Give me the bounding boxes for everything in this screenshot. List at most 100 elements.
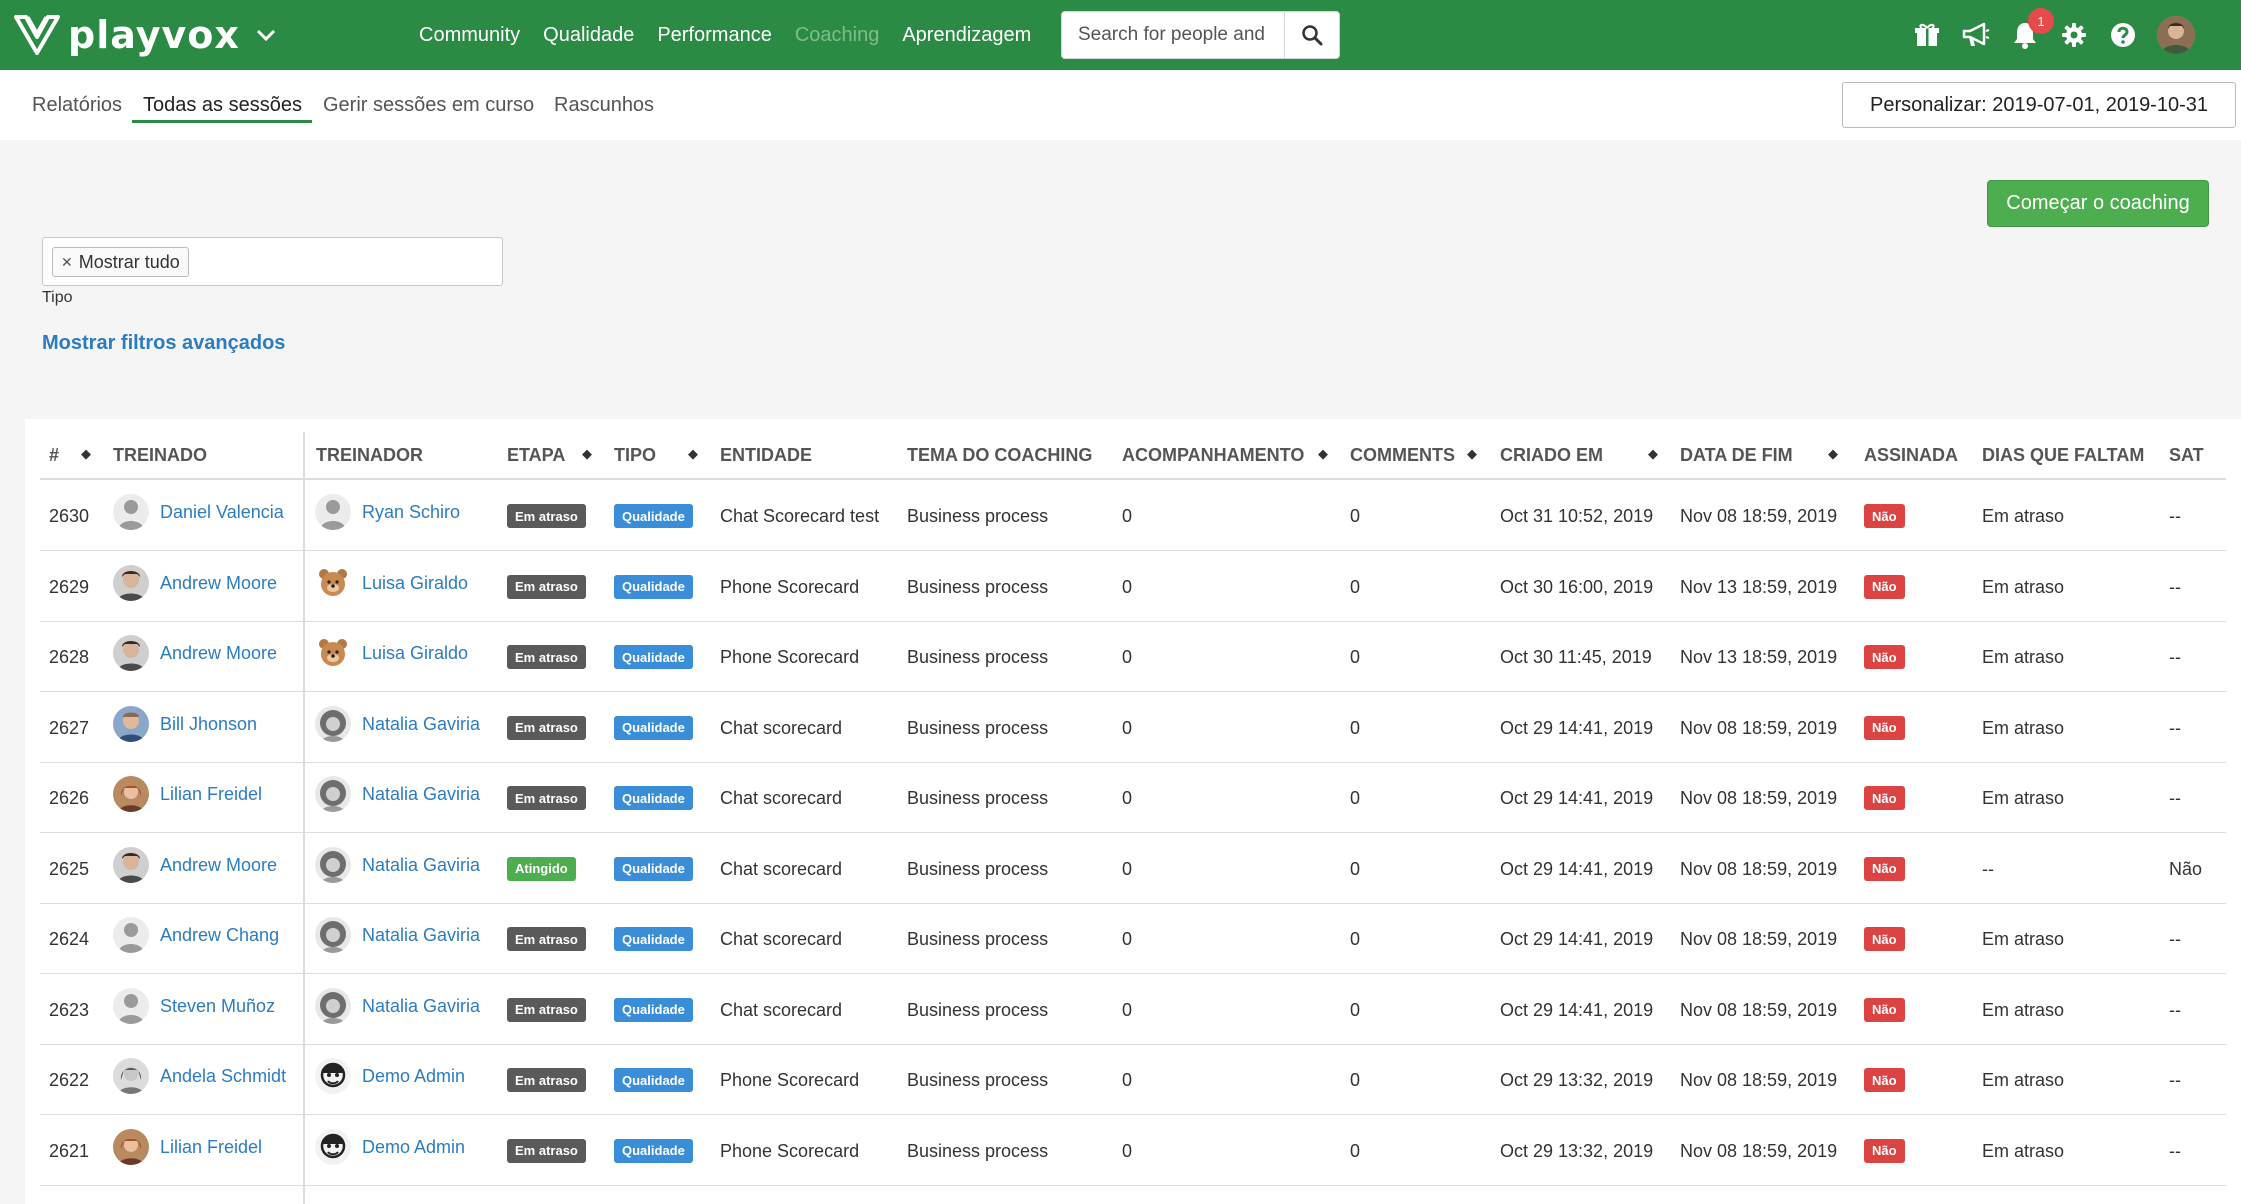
cell-trainer-link[interactable]: Natalia Gaviria — [362, 714, 480, 735]
tab-gerir-sessoes[interactable]: Gerir sessões em curso — [323, 94, 534, 117]
cell-end-date: Nov 08 18:59, 2019 — [1680, 1140, 1838, 1161]
cell-entity: Phone Scorecard — [720, 1070, 860, 1090]
cell-trainer-link[interactable]: Demo Admin — [362, 1137, 465, 1158]
tab-todas-sessoes[interactable]: Todas as sessões — [143, 94, 302, 117]
type-badge: Qualidade — [614, 504, 693, 528]
cell-trainee-link[interactable]: Lilian Freidel — [160, 1137, 262, 1158]
avatar-icon — [315, 705, 351, 742]
signed-badge: Não — [1864, 997, 1905, 1022]
sort-icon[interactable]: ◆ — [688, 446, 698, 462]
table-row[interactable]: 2626 Lilian Freidel Natalia Gaviria Em atra… — [40, 763, 2226, 833]
cell-days-left: Em atraso — [1982, 929, 2065, 949]
cell-end-date: Nov 13 18:59, 2019 — [1680, 647, 1838, 667]
table-row[interactable]: 2629 Andrew Moore Luisa Giraldo Em atraso Qu… — [40, 552, 2226, 622]
cell-trainer-link[interactable]: Ryan Schiro — [362, 502, 460, 523]
cell-comments: 0 — [1350, 1140, 1361, 1161]
col-header-comments[interactable]: COMMENTS — [1350, 445, 1455, 466]
table-row[interactable]: 2628 Andrew Moore Luisa Giraldo Em atraso Qu… — [40, 622, 2226, 692]
gear-icon[interactable] — [2059, 20, 2089, 50]
sort-icon[interactable]: ◆ — [1318, 446, 1328, 462]
table-row[interactable]: 2621 Lilian Freidel Demo Admin Em atraso Qua… — [40, 1116, 2226, 1186]
table-row[interactable]: 2627 Bill Jhonson Natalia Gaviria Em atraso… — [40, 693, 2226, 763]
help-icon[interactable] — [2108, 20, 2138, 50]
cell-topic: Business process — [907, 717, 1049, 738]
cell-id: 2622 — [49, 1070, 90, 1090]
col-header-trainee[interactable]: TREINADO — [113, 445, 207, 466]
table-row[interactable]: 2625 Andrew Moore Natalia Gaviria Atingido Q… — [40, 834, 2226, 904]
cell-trainee-link[interactable]: Andrew Moore — [160, 573, 277, 594]
megaphone-icon[interactable] — [1961, 20, 1991, 50]
cell-trainee-link[interactable]: Bill Jhonson — [160, 714, 257, 735]
bell-icon[interactable]: 1 — [2010, 8, 2054, 50]
cell-trainee-link[interactable]: Andrew Moore — [160, 855, 277, 876]
col-header-days-left[interactable]: DIAS QUE FALTAM — [1982, 445, 2144, 466]
cell-entity: Phone Scorecard — [720, 576, 860, 597]
cell-trainee-link[interactable]: Steven Muñoz — [160, 996, 275, 1017]
table-row[interactable]: 2630 Daniel Valencia Ryan Schiro Em atraso Q… — [40, 481, 2226, 551]
search-button[interactable] — [1284, 12, 1339, 58]
cell-topic: Business process — [907, 788, 1049, 808]
user-avatar[interactable] — [2157, 16, 2195, 54]
filter-chip[interactable]: ✕ Mostrar tudo — [52, 247, 189, 277]
date-range-button[interactable]: Personalizar: 2019-07-01, 2019-10-31 — [1842, 82, 2236, 128]
sort-icon[interactable]: ◆ — [1648, 446, 1658, 462]
search-input[interactable] — [1062, 12, 1284, 58]
sort-icon[interactable]: ◆ — [1467, 446, 1477, 462]
tab-relatorios[interactable]: Relatórios — [32, 94, 122, 117]
sort-icon[interactable]: ◆ — [81, 446, 91, 462]
cell-id: 2621 — [49, 1140, 90, 1161]
col-header-sat[interactable]: SAT — [2169, 445, 2204, 466]
brand-name: playvox — [68, 13, 240, 57]
cell-trainee-link[interactable]: Lilian Freidel — [160, 784, 262, 805]
cell-trainer-link[interactable]: Luisa Giraldo — [362, 643, 468, 664]
col-header-id[interactable]: # — [49, 445, 59, 466]
cell-trainer-link[interactable]: Natalia Gaviria — [362, 996, 480, 1017]
nav-qualidade[interactable]: Qualidade — [543, 24, 634, 47]
type-filter-select[interactable]: ✕ Mostrar tudo — [42, 237, 503, 286]
remove-chip-icon[interactable]: ✕ — [61, 254, 73, 271]
chevron-down-icon[interactable] — [254, 23, 278, 47]
nav-coaching[interactable]: Coaching — [795, 24, 880, 47]
signed-badge: Não — [1864, 715, 1905, 740]
col-header-signed[interactable]: ASSINADA — [1864, 445, 1958, 466]
cell-followup: 0 — [1122, 999, 1133, 1020]
avatar-icon — [113, 846, 149, 883]
cell-id: 2626 — [49, 788, 90, 808]
tab-rascunhos[interactable]: Rascunhos — [554, 94, 654, 117]
cell-trainer-link[interactable]: Demo Admin — [362, 1066, 465, 1087]
cell-trainer-link[interactable]: Luisa Giraldo — [362, 573, 468, 594]
cell-trainer-link[interactable]: Natalia Gaviria — [362, 925, 480, 946]
col-header-entity[interactable]: ENTIDADE — [720, 445, 812, 466]
col-header-stage[interactable]: ETAPA — [507, 445, 565, 466]
col-header-end-date[interactable]: DATA DE FIM — [1680, 445, 1793, 466]
cell-trainee-link[interactable]: Daniel Valencia — [160, 502, 284, 523]
advanced-filters-link[interactable]: Mostrar filtros avançados — [42, 332, 285, 355]
nav-aprendizagem[interactable]: Aprendizagem — [902, 24, 1031, 47]
cell-trainee-link[interactable]: Andela Schmidt — [160, 1066, 286, 1087]
cell-id: 2627 — [49, 717, 90, 738]
sort-icon[interactable]: ◆ — [582, 446, 592, 462]
nav-community[interactable]: Community — [419, 24, 520, 47]
nav-performance[interactable]: Performance — [657, 24, 772, 47]
sort-icon[interactable]: ◆ — [1828, 446, 1838, 462]
brand-logo[interactable]: playvox — [14, 13, 278, 57]
cell-trainee-link[interactable]: Andrew Moore — [160, 643, 277, 664]
table-row[interactable]: 2624 Andrew Chang Natalia Gaviria Em atraso… — [40, 904, 2226, 974]
table-row[interactable]: 2622 Andela Schmidt Demo Admin Em atraso Qua… — [40, 1045, 2226, 1115]
cell-comments: 0 — [1350, 647, 1361, 667]
col-header-followup[interactable]: ACOMPANHAMENTO — [1122, 445, 1304, 466]
col-header-created[interactable]: CRIADO EM — [1500, 445, 1603, 466]
cell-comments: 0 — [1350, 929, 1361, 949]
type-badge: Qualidade — [614, 574, 693, 599]
table-row[interactable]: 2623 Steven Muñoz Natalia Gaviria Em atraso… — [40, 975, 2226, 1045]
start-coaching-button[interactable]: Começar o coaching — [1987, 180, 2209, 227]
cell-trainer-link[interactable]: Natalia Gaviria — [362, 784, 480, 805]
cell-trainer-link[interactable]: Natalia Gaviria — [362, 855, 480, 876]
col-header-topic[interactable]: TEMA DO COACHING — [907, 445, 1092, 466]
col-header-type[interactable]: TIPO — [614, 445, 656, 466]
avatar-icon — [315, 917, 351, 953]
gift-icon[interactable] — [1912, 20, 1942, 50]
col-header-trainer[interactable]: TREINADOR — [316, 445, 423, 466]
cell-trainee-link[interactable]: Andrew Chang — [160, 925, 279, 946]
cell-id: 2628 — [49, 647, 90, 667]
